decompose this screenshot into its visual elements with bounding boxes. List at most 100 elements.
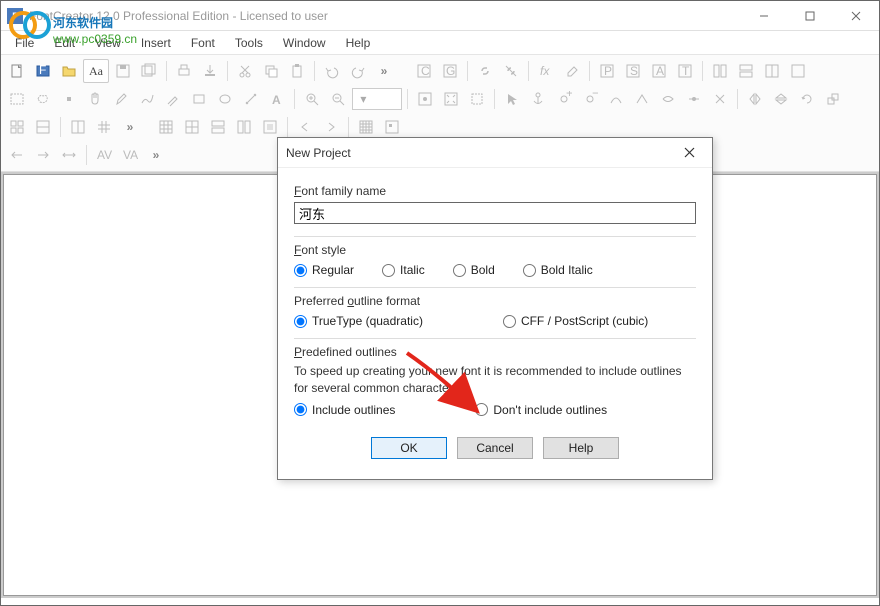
metric-both-icon[interactable] bbox=[57, 143, 81, 167]
select-rect-icon[interactable] bbox=[5, 87, 29, 111]
prev-glyph-icon[interactable] bbox=[293, 115, 317, 139]
cut-icon[interactable] bbox=[233, 59, 257, 83]
text-a-icon[interactable]: A bbox=[265, 87, 289, 111]
table-2-icon[interactable] bbox=[180, 115, 204, 139]
ok-button[interactable]: OK bbox=[371, 437, 447, 459]
kerning-icon[interactable]: AV bbox=[92, 143, 116, 167]
menu-edit[interactable]: Edit bbox=[44, 33, 85, 53]
scale-icon[interactable] bbox=[821, 87, 845, 111]
dialog-close-button[interactable] bbox=[674, 138, 704, 168]
measure-icon[interactable] bbox=[239, 87, 263, 111]
toolbar-overflow-icon[interactable]: » bbox=[118, 115, 142, 139]
tangent-icon[interactable] bbox=[682, 87, 706, 111]
radio-include-outlines[interactable]: Include outlines bbox=[294, 403, 395, 417]
fit-selection-icon[interactable] bbox=[465, 87, 489, 111]
table-4-icon[interactable] bbox=[232, 115, 256, 139]
complete-composite-icon[interactable]: C bbox=[412, 59, 436, 83]
save-icon[interactable] bbox=[111, 59, 135, 83]
panel-t-icon[interactable]: T bbox=[673, 59, 697, 83]
menu-insert[interactable]: Insert bbox=[131, 33, 181, 53]
unlink-icon[interactable] bbox=[499, 59, 523, 83]
menu-font[interactable]: Font bbox=[181, 33, 225, 53]
hand-icon[interactable] bbox=[83, 87, 107, 111]
export-icon[interactable] bbox=[198, 59, 222, 83]
maximize-button[interactable] bbox=[787, 1, 833, 31]
fit-window-icon[interactable] bbox=[439, 87, 463, 111]
font-family-input[interactable] bbox=[294, 202, 696, 224]
pen-icon[interactable] bbox=[109, 87, 133, 111]
new-font-icon[interactable]: F bbox=[31, 59, 55, 83]
radio-bold[interactable]: Bold bbox=[453, 263, 495, 277]
menu-window[interactable]: Window bbox=[273, 33, 336, 53]
freehand-icon[interactable] bbox=[135, 87, 159, 111]
table-3-icon[interactable] bbox=[206, 115, 230, 139]
kerning-pair-icon[interactable]: VA bbox=[118, 143, 142, 167]
next-glyph-icon[interactable] bbox=[319, 115, 343, 139]
menu-file[interactable]: File bbox=[5, 33, 44, 53]
radio-regular[interactable]: Regular bbox=[294, 263, 354, 277]
del-point-icon[interactable]: − bbox=[578, 87, 602, 111]
pointer-icon[interactable] bbox=[500, 87, 524, 111]
toolbar-overflow-icon[interactable]: » bbox=[372, 59, 396, 83]
paste-icon[interactable] bbox=[285, 59, 309, 83]
knife-icon[interactable] bbox=[161, 87, 185, 111]
radio-dont-include[interactable]: Don't include outlines bbox=[475, 403, 607, 417]
table-5-icon[interactable] bbox=[258, 115, 282, 139]
fit-glyph-icon[interactable] bbox=[413, 87, 437, 111]
snap-guide-icon[interactable] bbox=[66, 115, 90, 139]
anchor-icon[interactable] bbox=[526, 87, 550, 111]
glyph-group-icon[interactable]: G bbox=[438, 59, 462, 83]
cancel-button[interactable]: Cancel bbox=[457, 437, 533, 459]
function-icon[interactable]: fx bbox=[534, 59, 558, 83]
zoom-out-icon[interactable] bbox=[326, 87, 350, 111]
table-1-icon[interactable] bbox=[154, 115, 178, 139]
flip-v-icon[interactable] bbox=[769, 87, 793, 111]
char-select-icon[interactable] bbox=[380, 115, 404, 139]
select-free-icon[interactable] bbox=[31, 87, 55, 111]
sample-glyph-button[interactable]: Aa bbox=[83, 59, 109, 83]
radio-italic[interactable]: Italic bbox=[382, 263, 425, 277]
layout-2-icon[interactable] bbox=[734, 59, 758, 83]
add-point-icon[interactable]: + bbox=[552, 87, 576, 111]
eraser-icon[interactable] bbox=[560, 59, 584, 83]
undo-icon[interactable] bbox=[320, 59, 344, 83]
open-icon[interactable] bbox=[57, 59, 81, 83]
ellipse-icon[interactable] bbox=[213, 87, 237, 111]
redo-icon[interactable] bbox=[346, 59, 370, 83]
menu-tools[interactable]: Tools bbox=[225, 33, 273, 53]
layout-4-icon[interactable] bbox=[786, 59, 810, 83]
menu-help[interactable]: Help bbox=[336, 33, 381, 53]
zoom-in-icon[interactable] bbox=[300, 87, 324, 111]
metric-left-icon[interactable] bbox=[5, 143, 29, 167]
grid-toggle-icon[interactable] bbox=[92, 115, 116, 139]
print-icon[interactable] bbox=[172, 59, 196, 83]
panel-p-icon[interactable]: P bbox=[595, 59, 619, 83]
radio-bold-italic[interactable]: Bold Italic bbox=[523, 263, 593, 277]
toolbar-overflow-icon[interactable]: » bbox=[144, 143, 168, 167]
layout-1-icon[interactable] bbox=[708, 59, 732, 83]
panel-a-icon[interactable]: A bbox=[647, 59, 671, 83]
zoom-combo[interactable]: ▾ bbox=[352, 88, 402, 110]
grid-2-icon[interactable] bbox=[31, 115, 55, 139]
char-table-icon[interactable] bbox=[354, 115, 378, 139]
menu-view[interactable]: View bbox=[85, 33, 131, 53]
radio-cff[interactable]: CFF / PostScript (cubic) bbox=[503, 314, 648, 328]
metric-right-icon[interactable] bbox=[31, 143, 55, 167]
flip-h-icon[interactable] bbox=[743, 87, 767, 111]
rect-icon[interactable] bbox=[187, 87, 211, 111]
rotate-icon[interactable] bbox=[795, 87, 819, 111]
close-button[interactable] bbox=[833, 1, 879, 31]
copy-icon[interactable] bbox=[259, 59, 283, 83]
radio-truetype[interactable]: TrueType (quadratic) bbox=[294, 314, 423, 328]
minimize-button[interactable] bbox=[741, 1, 787, 31]
layout-3-icon[interactable] bbox=[760, 59, 784, 83]
node-icon[interactable] bbox=[57, 87, 81, 111]
help-button[interactable]: Help bbox=[543, 437, 619, 459]
new-file-icon[interactable] bbox=[5, 59, 29, 83]
panel-s-icon[interactable]: S bbox=[621, 59, 645, 83]
grid-1-icon[interactable] bbox=[5, 115, 29, 139]
save-all-icon[interactable] bbox=[137, 59, 161, 83]
curve-icon[interactable] bbox=[604, 87, 628, 111]
join-icon[interactable] bbox=[708, 87, 732, 111]
corner-icon[interactable] bbox=[630, 87, 654, 111]
